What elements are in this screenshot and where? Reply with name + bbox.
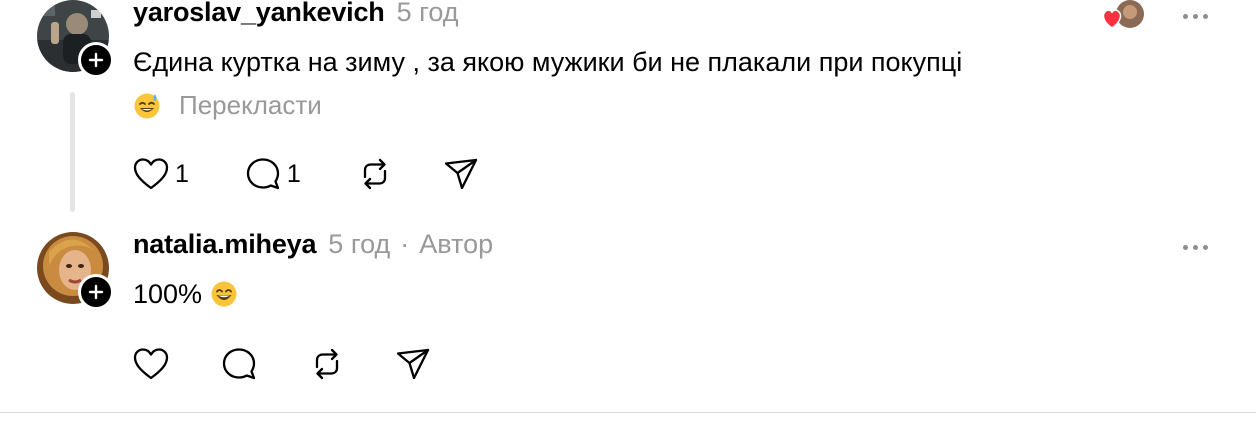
meta-separator: ·	[400, 229, 410, 259]
author-badge: Автор	[419, 229, 494, 259]
comment-text: Єдина куртка на зиму , за якою мужики би…	[133, 44, 962, 80]
like-button[interactable]: 1	[133, 157, 189, 191]
repost-button[interactable]	[357, 157, 393, 191]
repost-icon	[363, 158, 386, 190]
share-button[interactable]	[443, 157, 479, 191]
follow-plus-button[interactable]	[78, 274, 114, 310]
reply-count: 1	[286, 159, 301, 188]
username[interactable]: natalia.miheya	[133, 229, 316, 260]
comment-bubble-icon	[246, 158, 280, 190]
timestamp[interactable]: 5 год	[397, 0, 459, 28]
repost-button[interactable]	[309, 347, 345, 381]
translate-row: Перекласти	[133, 88, 322, 122]
username[interactable]: yaroslav_yankevich	[133, 0, 385, 28]
action-bar: 1 1	[133, 154, 479, 194]
divider	[0, 412, 1256, 413]
reply-button[interactable]	[221, 347, 257, 381]
comment-header: yaroslav_yankevich 5 год	[133, 0, 459, 31]
comment-text-content: 100%	[133, 278, 203, 309]
comment-1: yaroslav_yankevich 5 год Єдина куртка на…	[0, 0, 1256, 215]
heart-outline-icon	[133, 158, 169, 190]
plus-icon	[88, 284, 104, 300]
heart-outline-icon	[133, 348, 169, 380]
thread-line	[70, 92, 75, 212]
send-icon	[396, 348, 430, 380]
more-options-button[interactable]	[1177, 239, 1214, 256]
comment-2: natalia.miheya 5 год · Автор 100%	[0, 229, 1256, 405]
heart-filled-icon	[1102, 9, 1122, 29]
translate-link[interactable]: Перекласти	[179, 90, 322, 121]
like-count: 1	[175, 159, 189, 188]
liked-by-author-indicator[interactable]	[1100, 0, 1152, 32]
comment-text: 100%	[133, 276, 238, 312]
repost-icon	[315, 348, 339, 380]
grinning-emoji-icon	[211, 281, 237, 307]
like-button[interactable]	[133, 347, 169, 381]
action-bar	[133, 344, 431, 384]
send-icon	[444, 158, 477, 190]
reply-button[interactable]: 1	[245, 157, 301, 191]
plus-icon	[88, 52, 104, 68]
follow-plus-button[interactable]	[78, 42, 114, 78]
comment-header: natalia.miheya 5 год · Автор	[133, 229, 493, 263]
share-button[interactable]	[395, 347, 431, 381]
more-dots-icon	[1183, 245, 1188, 250]
comment-text-content: Єдина куртка на зиму , за якою мужики би…	[133, 46, 963, 77]
comment-bubble-icon	[222, 348, 256, 380]
more-options-button[interactable]	[1177, 8, 1214, 25]
sweat-smile-emoji-icon	[134, 93, 160, 119]
more-dots-icon	[1183, 14, 1188, 19]
timestamp[interactable]: 5 год	[328, 229, 390, 260]
